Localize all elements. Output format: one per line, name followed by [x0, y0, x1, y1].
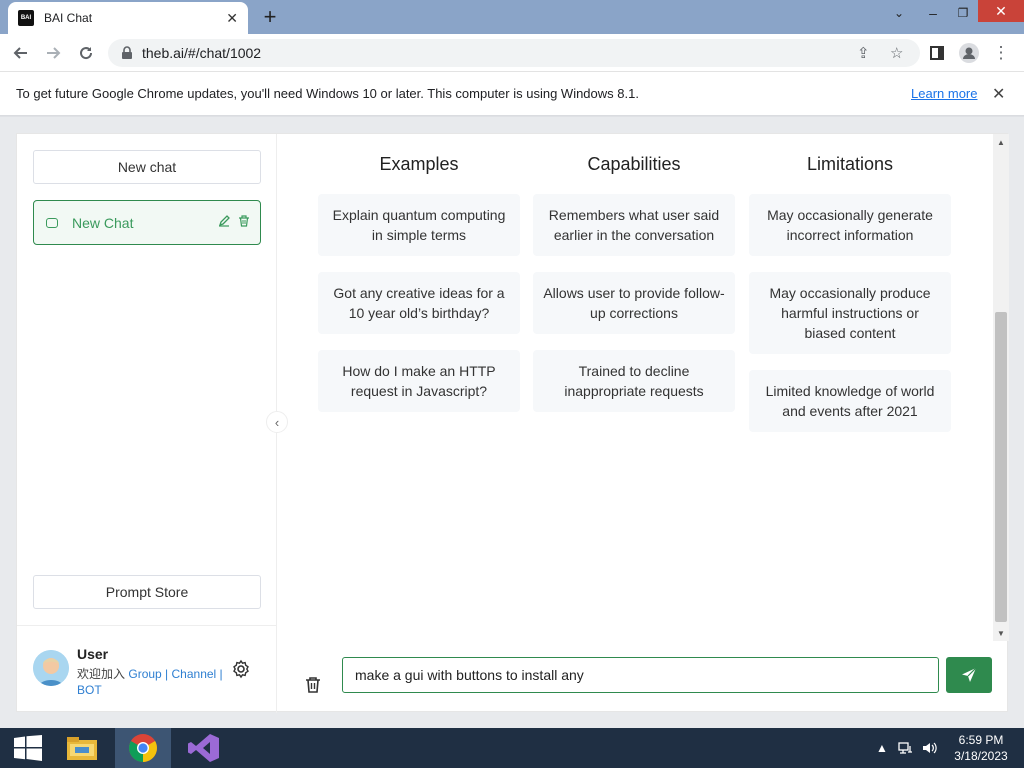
learn-more-link[interactable]: Learn more [911, 86, 977, 101]
file-explorer-icon[interactable] [54, 728, 110, 768]
capability-item: Allows user to provide follow-up correct… [533, 272, 735, 334]
user-name: User [77, 646, 109, 662]
visual-studio-icon[interactable] [176, 728, 232, 768]
channel-link[interactable]: Channel [172, 667, 217, 681]
avatar [33, 650, 69, 686]
update-infobar: To get future Google Chrome updates, you… [0, 72, 1024, 116]
scroll-up-icon[interactable]: ▲ [993, 134, 1009, 150]
close-window-icon[interactable]: ✕ [978, 0, 1024, 22]
lock-icon [122, 46, 132, 59]
network-icon[interactable] [898, 728, 914, 768]
restore-icon[interactable]: ❐ [948, 0, 978, 26]
example-prompt[interactable]: How do I make an HTTP request in Javascr… [318, 350, 520, 412]
system-clock[interactable]: 6:59 PM 3/18/2023 [944, 732, 1018, 764]
scrollbar-thumb[interactable] [995, 312, 1007, 622]
show-hidden-icons-icon[interactable]: ▲ [876, 728, 888, 768]
limitation-item: May occasionally generate incorrect info… [749, 194, 951, 256]
message-input[interactable] [342, 657, 939, 693]
edit-icon[interactable] [218, 215, 230, 230]
menu-icon[interactable]: ⋮ [990, 42, 1012, 64]
send-icon [962, 667, 977, 682]
composer [278, 644, 993, 713]
sidepanel-icon[interactable] [926, 42, 948, 64]
browser-toolbar: theb.ai/#/chat/1002 ⇪ ☆ ⋮ [0, 34, 1024, 72]
windows-taskbar: ▲ 6:59 PM 3/18/2023 [0, 728, 1024, 768]
new-chat-button[interactable]: New chat [33, 150, 261, 184]
tab-search-icon[interactable]: ⌄ [884, 0, 914, 26]
chrome-icon[interactable] [115, 728, 171, 768]
example-prompt[interactable]: Got any creative ideas for a 10 year old… [318, 272, 520, 334]
limitation-item: May occasionally produce harmful instruc… [749, 272, 951, 354]
bai-favicon-icon: BAI [18, 10, 34, 26]
vertical-scrollbar[interactable]: ▲ ▼ [993, 134, 1009, 641]
address-bar[interactable]: theb.ai/#/chat/1002 ⇪ ☆ [108, 39, 920, 67]
forward-icon[interactable] [42, 42, 64, 64]
clock-time: 6:59 PM [958, 733, 1004, 747]
tab-bai-chat[interactable]: BAI BAI Chat ✕ [8, 2, 248, 34]
column-title-capabilities: Capabilities [587, 154, 681, 174]
share-icon[interactable]: ⇪ [857, 44, 870, 62]
url-text: theb.ai/#/chat/1002 [142, 45, 262, 61]
group-link[interactable]: Group [128, 667, 161, 681]
clock-date: 3/18/2023 [954, 749, 1008, 763]
user-panel: User 欢迎加入 Group | Channel | BOT [17, 625, 277, 713]
separator: | [216, 667, 223, 681]
column-title-examples: Examples [379, 154, 459, 174]
send-button[interactable] [946, 657, 992, 693]
chat-title: New Chat [72, 214, 134, 231]
new-tab-icon[interactable]: + [258, 4, 282, 29]
star-icon[interactable]: ☆ [890, 44, 903, 62]
chat-list-item[interactable]: New Chat [33, 200, 261, 245]
start-windows-icon[interactable] [0, 728, 56, 768]
scroll-down-icon[interactable]: ▼ [993, 625, 1009, 641]
tab-strip: BAI BAI Chat ✕ + ⌄ – ❐ ✕ [0, 0, 1024, 34]
infobar-close-icon[interactable]: ✕ [992, 84, 1005, 104]
chat-app: New chat New Chat Prompt Store User 欢迎加入… [16, 133, 1009, 713]
back-icon[interactable] [10, 42, 32, 64]
page-content: New chat New Chat Prompt Store User 欢迎加入… [0, 117, 1024, 728]
volume-icon[interactable] [922, 728, 938, 768]
capability-item: Remembers what user said earlier in the … [533, 194, 735, 256]
tab-close-icon[interactable]: ✕ [226, 10, 238, 27]
delete-icon[interactable] [238, 215, 250, 230]
example-prompt[interactable]: Explain quantum computing in simple term… [318, 194, 520, 256]
reload-icon[interactable] [75, 42, 97, 64]
column-title-limitations: Limitations [806, 154, 894, 174]
user-links: 欢迎加入 Group | Channel | BOT [77, 666, 227, 698]
bot-link[interactable]: BOT [77, 683, 102, 697]
minimize-icon[interactable]: – [918, 0, 948, 26]
chat-bubble-icon [46, 217, 58, 228]
sidebar: New chat New Chat Prompt Store User 欢迎加入… [17, 134, 277, 713]
settings-gear-icon[interactable] [231, 659, 251, 679]
limitation-item: Limited knowledge of world and events af… [749, 370, 951, 432]
clear-chat-trash-icon[interactable] [304, 676, 322, 694]
main-panel: Examples Capabilities Limitations Explai… [278, 134, 993, 713]
chrome-window: BAI BAI Chat ✕ + ⌄ – ❐ ✕ theb.ai/#/chat/… [0, 0, 1024, 768]
profile-icon[interactable] [958, 42, 980, 64]
separator: | [161, 667, 172, 681]
join-text: 欢迎加入 [77, 667, 126, 681]
prompt-store-button[interactable]: Prompt Store [33, 575, 261, 609]
capability-item: Trained to decline inappropriate request… [533, 350, 735, 412]
tab-title: BAI Chat [44, 11, 93, 25]
infobar-text: To get future Google Chrome updates, you… [16, 86, 639, 101]
